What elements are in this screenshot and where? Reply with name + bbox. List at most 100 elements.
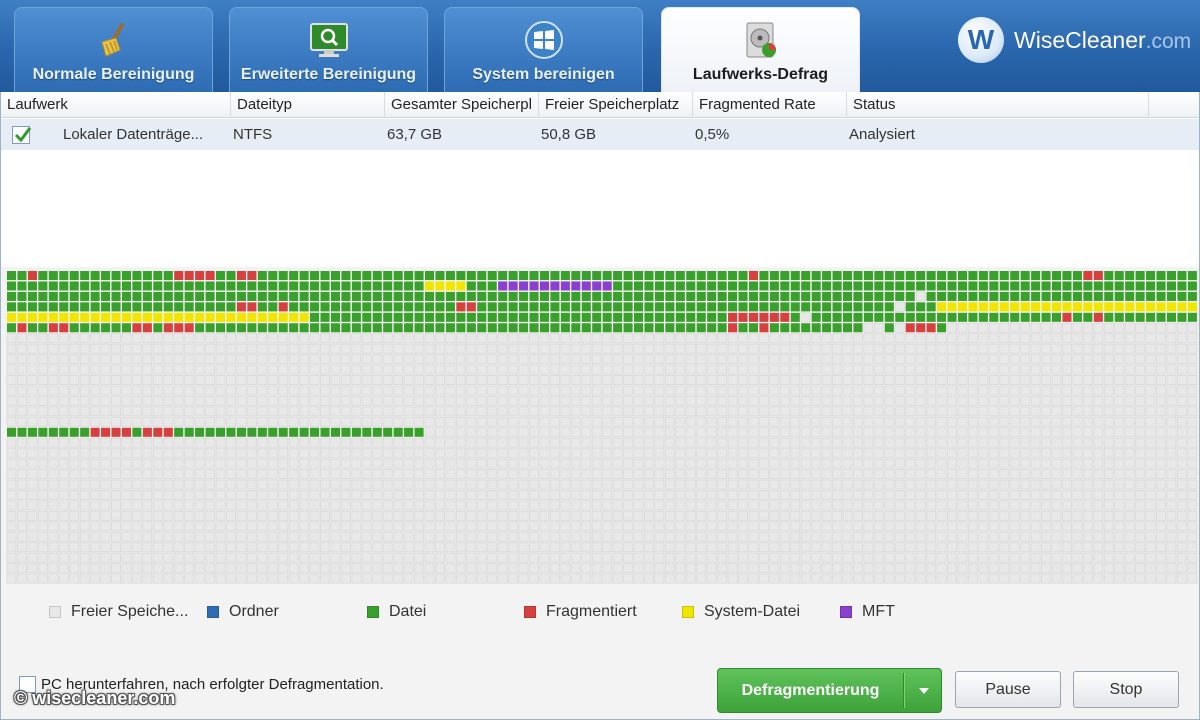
cluster-block-file [1156, 281, 1166, 291]
cluster-block-free [905, 343, 916, 354]
tab-system-bereinigen[interactable]: System bereinigen [444, 7, 643, 92]
cluster-block-file [216, 291, 226, 301]
cluster-block-free [570, 510, 581, 521]
cluster-block-file [69, 427, 79, 437]
cluster-block-free [142, 479, 153, 490]
drive-checkbox[interactable] [12, 126, 32, 144]
cluster-block-free [957, 395, 968, 406]
stop-button[interactable]: Stop [1073, 671, 1179, 708]
cluster-block-free [309, 364, 320, 375]
cluster-block-file [289, 291, 299, 301]
cluster-block-file [153, 302, 163, 312]
cluster-block-file [644, 302, 654, 312]
table-row[interactable]: Lokaler Datenträge... NTFS 63,7 GB 50,8 … [1, 119, 1199, 151]
cluster-block-free [152, 437, 163, 448]
cluster-block-free [69, 489, 80, 500]
cluster-block-file [937, 281, 947, 291]
cluster-block-free [100, 489, 111, 500]
cluster-block-free [1051, 489, 1062, 500]
cluster-block-free [497, 354, 508, 365]
cluster-block-free [434, 531, 446, 542]
cluster-block-file [435, 312, 445, 322]
cluster-block-free [6, 563, 17, 574]
cluster-block-file [843, 281, 853, 291]
cluster-block-free [6, 510, 17, 521]
cluster-block-free [257, 437, 268, 448]
cluster-block-free [999, 563, 1010, 574]
cluster-block-free [393, 395, 404, 406]
cluster-block-free [570, 333, 581, 344]
cluster-block-file [299, 323, 309, 333]
cluster-block-free [685, 406, 696, 417]
defrag-button-label[interactable]: Defragmentierung [718, 669, 903, 712]
cluster-block-file [989, 281, 999, 291]
cluster-block-free [560, 395, 571, 406]
cluster-block-free [434, 573, 446, 584]
cluster-block-free [675, 385, 686, 396]
cluster-block-free [842, 406, 853, 417]
cluster-block-free [424, 469, 435, 480]
cluster-block-free [466, 542, 477, 553]
cluster-block-file [257, 302, 267, 312]
cluster-block-free [205, 510, 216, 521]
cluster-block-free [1020, 489, 1031, 500]
cluster-block-free [894, 406, 905, 417]
tab-normale-bereinigung[interactable]: Normale Bereinigung [14, 7, 213, 92]
cluster-block-free [69, 479, 80, 490]
cluster-block-free [382, 343, 393, 354]
column-header-fragmented-rate[interactable]: Fragmented Rate [693, 92, 847, 118]
tab-erweiterte-bereinigung[interactable]: Erweiterte Bereinigung [229, 7, 428, 92]
cluster-block-free [372, 531, 383, 542]
cluster-block-free [508, 437, 519, 448]
cluster-block-free [570, 416, 581, 427]
column-header-dateityp[interactable]: Dateityp [231, 92, 385, 118]
defrag-dropdown-arrow-icon[interactable] [904, 669, 942, 712]
cluster-block-free [476, 375, 487, 386]
cluster-block-free [790, 500, 801, 511]
cluster-block-free [915, 437, 926, 448]
column-header-gesamter-speicherplatz[interactable]: Gesamter Speicherpl [385, 92, 539, 118]
cluster-block-file [414, 323, 424, 333]
cluster-block-file [425, 312, 435, 322]
cluster-block-free [758, 479, 769, 490]
cluster-block-free [131, 385, 142, 396]
cluster-block-free [1041, 343, 1052, 354]
cluster-block-sys [111, 312, 121, 322]
cluster-block-free [194, 531, 205, 542]
column-header-status[interactable]: Status [847, 92, 1149, 118]
cluster-block-file [738, 323, 748, 333]
cluster-block-free [1187, 354, 1198, 365]
cluster-block-free [1020, 469, 1031, 480]
cluster-block-free [1041, 500, 1052, 511]
cluster-block-free [225, 354, 236, 365]
cluster-block-free [1114, 406, 1125, 417]
cluster-block-file [696, 312, 706, 322]
cluster-block-free [16, 489, 28, 500]
cluster-block-file [550, 271, 560, 281]
column-header-laufwerk[interactable]: Laufwerk [1, 92, 231, 118]
cluster-block-free [894, 448, 905, 459]
pause-button[interactable]: Pause [955, 671, 1061, 708]
column-header-freier-speicherplatz[interactable]: Freier Speicherplatz [539, 92, 693, 118]
cluster-block-file [487, 271, 497, 281]
cluster-block-free [194, 395, 205, 406]
cluster-block-free [215, 354, 226, 365]
cluster-block-file [362, 323, 372, 333]
cluster-block-free [372, 416, 383, 427]
cluster-block-file [560, 291, 570, 301]
cluster-block-free [675, 489, 686, 500]
cluster-block-free [382, 500, 393, 511]
cluster-block-free [884, 521, 895, 532]
cluster-block-file [7, 281, 17, 291]
cluster-block-free [6, 364, 17, 375]
defrag-button[interactable]: Defragmentierung [717, 668, 942, 713]
cluster-block-file [1072, 291, 1082, 301]
cluster-block-free [560, 406, 571, 417]
cluster-block-free [445, 416, 456, 427]
cluster-block-free [685, 375, 696, 386]
cluster-block-free [330, 395, 341, 406]
cluster-block-free [936, 343, 947, 354]
cluster-block-free [184, 416, 195, 427]
cluster-block-free [487, 395, 498, 406]
tab-laufwerks-defrag[interactable]: Laufwerks-Defrag [661, 7, 860, 92]
